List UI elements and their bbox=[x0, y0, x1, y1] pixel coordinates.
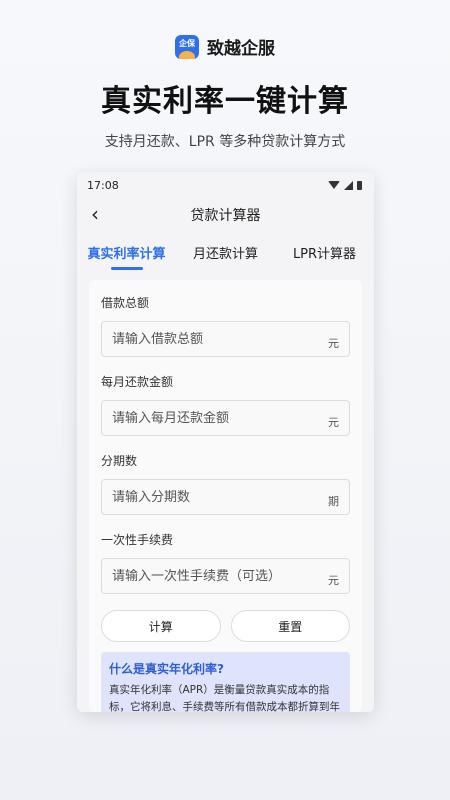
fee-input[interactable] bbox=[112, 568, 328, 584]
page-title: 贷款计算器 bbox=[190, 208, 261, 224]
field-label: 借款总额 bbox=[101, 296, 150, 310]
field-label: 分期数 bbox=[101, 454, 138, 468]
status-bar: 17:08 bbox=[77, 172, 374, 198]
reset-button[interactable]: 重置 bbox=[230, 610, 350, 642]
headline: 真实利率一键计算 bbox=[101, 84, 349, 119]
signal-icon bbox=[344, 180, 353, 190]
field-label: 每月还款金额 bbox=[101, 375, 174, 389]
unit-label: 期 bbox=[328, 495, 339, 508]
wifi-icon bbox=[328, 181, 340, 189]
back-arrow-icon[interactable]: ‹ bbox=[91, 204, 99, 224]
calculator-form: 借款总额 元 每月还款金额 元 分期数 期 一次性手续费 元 bbox=[89, 280, 362, 712]
subline: 支持月还款、LPR 等多种贷款计算方式 bbox=[104, 134, 346, 150]
tab-lpr[interactable]: LPR计算器 bbox=[275, 243, 374, 262]
app-bar: ‹ 贷款计算器 bbox=[77, 198, 374, 232]
info-text: 真实年化利率（APR）是衡量贷款真实成本的指标，它将利息、手续费等所有借款成本都… bbox=[109, 684, 340, 712]
loan-amount-input[interactable] bbox=[112, 331, 328, 347]
info-title: 什么是真实年化利率? bbox=[109, 662, 224, 676]
tab-bar: 真实利率计算 月还款计算 LPR计算器 bbox=[77, 232, 374, 272]
monthly-payment-field: 每月还款金额 元 bbox=[101, 373, 350, 436]
field-label: 一次性手续费 bbox=[101, 533, 174, 547]
info-panel: 什么是真实年化利率? 真实年化利率（APR）是衡量贷款真实成本的指标，它将利息、… bbox=[101, 652, 350, 712]
brand-logo-tag: 企保 bbox=[179, 39, 195, 48]
installments-field: 分期数 期 bbox=[101, 452, 350, 515]
fee-field: 一次性手续费 元 bbox=[101, 531, 350, 594]
tab-monthly-payment[interactable]: 月还款计算 bbox=[176, 243, 275, 262]
unit-label: 元 bbox=[328, 416, 339, 429]
monthly-payment-input[interactable] bbox=[112, 410, 328, 426]
unit-label: 元 bbox=[328, 574, 339, 587]
installments-input[interactable] bbox=[112, 489, 328, 505]
phone-screen: 17:08 ‹ 贷款计算器 真实利率计算 月还款计算 LPR计算器 借款总额 元… bbox=[77, 172, 374, 712]
unit-label: 元 bbox=[328, 337, 339, 350]
brand-name: 致越企服 bbox=[207, 39, 275, 59]
brand-logo-icon: 企保 bbox=[175, 34, 199, 59]
loan-amount-field: 借款总额 元 bbox=[101, 294, 350, 357]
brand-header: 企保 致越企服 bbox=[0, 34, 450, 59]
status-time: 17:08 bbox=[87, 178, 119, 192]
calculate-button[interactable]: 计算 bbox=[101, 610, 221, 642]
tab-real-rate[interactable]: 真实利率计算 bbox=[77, 243, 176, 262]
battery-icon bbox=[357, 180, 362, 190]
